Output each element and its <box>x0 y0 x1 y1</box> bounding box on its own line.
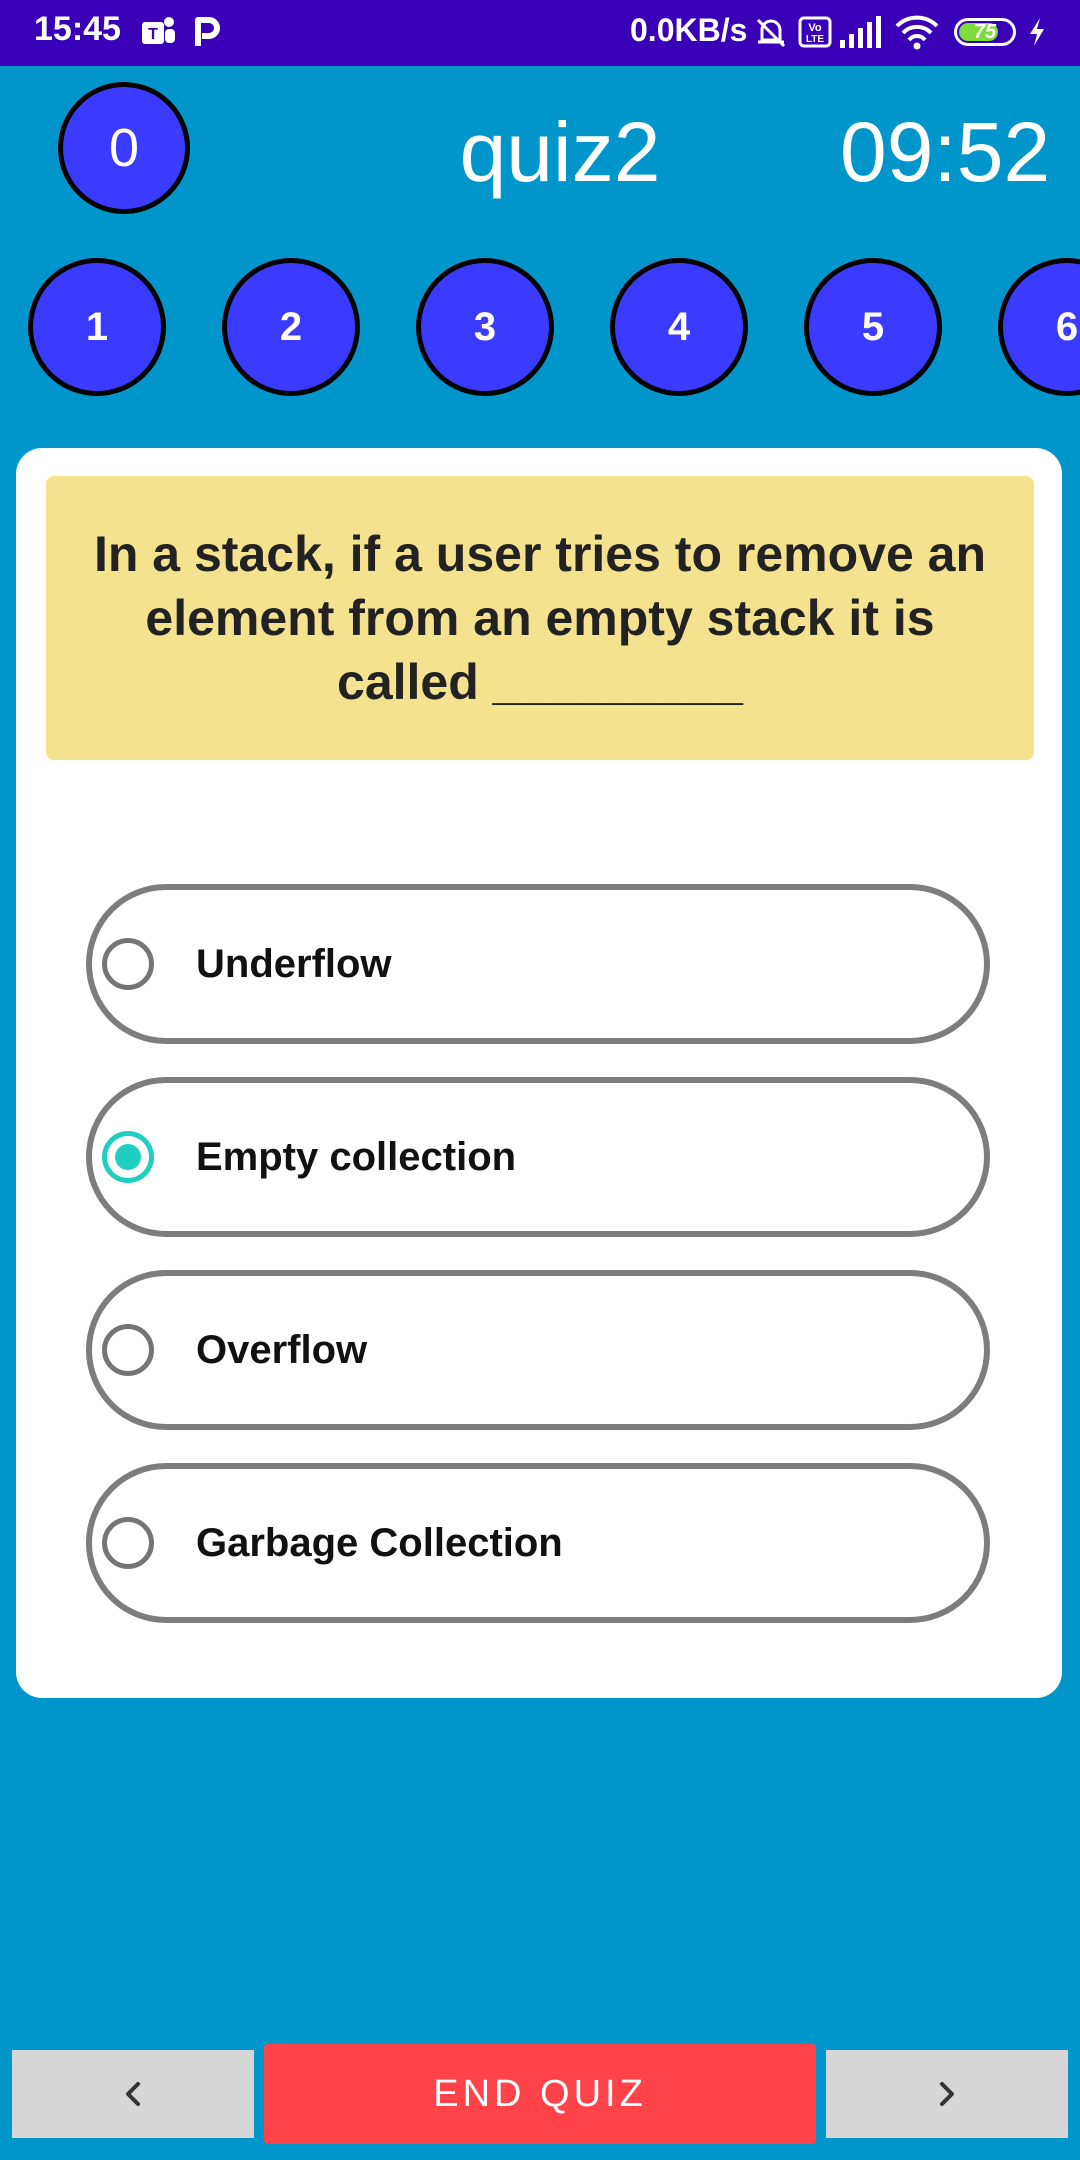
radio-button[interactable] <box>102 1517 154 1569</box>
chevron-left-icon <box>126 2082 140 2106</box>
score-badge: 0 <box>58 82 190 214</box>
svg-text:LTE: LTE <box>806 34 824 45</box>
svg-text:Vo: Vo <box>808 22 822 34</box>
question-text: In a stack, if a user tries to remove an… <box>46 476 1034 760</box>
option-garbage-collection[interactable]: Garbage Collection <box>86 1463 990 1623</box>
question-nav-label: 4 <box>667 304 691 349</box>
battery-icon: 75 <box>954 18 1016 46</box>
option-label: Underflow <box>196 941 392 986</box>
status-time: 15:45 <box>34 10 121 48</box>
end-quiz-button[interactable]: END QUIZ <box>264 2044 816 2144</box>
question-card: In a stack, if a user tries to remove an… <box>16 448 1062 1698</box>
charging-icon <box>1026 12 1048 52</box>
quiz-title: quiz2 <box>459 105 661 199</box>
question-nav-2[interactable]: 2 <box>222 258 360 396</box>
wifi-icon <box>894 12 940 52</box>
option-underflow[interactable]: Underflow <box>86 884 990 1044</box>
option-label: Empty collection <box>196 1134 517 1179</box>
option-label: Overflow <box>196 1327 368 1372</box>
net-speed: 0.0KB/s <box>630 12 748 48</box>
question-nav-3[interactable]: 3 <box>416 258 554 396</box>
mute-bell-icon <box>752 12 790 52</box>
question-nav[interactable]: 1 2 3 4 5 6 <box>0 258 1080 398</box>
question-nav-1[interactable]: 1 <box>28 258 166 396</box>
option-label: Garbage Collection <box>196 1520 563 1565</box>
question-nav-label: 2 <box>279 304 303 349</box>
teams-icon: T <box>138 12 178 52</box>
question-nav-label: 5 <box>861 304 885 349</box>
question-nav-5[interactable]: 5 <box>804 258 942 396</box>
radio-button-selected[interactable] <box>102 1131 154 1183</box>
battery-level: 75 <box>973 20 997 43</box>
radio-button[interactable] <box>102 1324 154 1376</box>
question-nav-label: 3 <box>473 304 497 349</box>
next-button[interactable] <box>826 2050 1068 2138</box>
option-overflow[interactable]: Overflow <box>86 1270 990 1430</box>
signal-icon <box>838 12 882 52</box>
option-empty-collection[interactable]: Empty collection <box>86 1077 990 1237</box>
question-nav-label: 6 <box>1055 304 1079 349</box>
question-nav-6[interactable]: 6 <box>998 258 1080 396</box>
volte-icon: Vo LTE <box>798 12 832 52</box>
score-value: 0 <box>108 118 140 178</box>
radio-button[interactable] <box>102 938 154 990</box>
question-nav-label: 1 <box>85 304 109 349</box>
question-nav-4[interactable]: 4 <box>610 258 748 396</box>
quiz-timer: 09:52 <box>840 105 1051 199</box>
p-app-icon <box>192 12 222 52</box>
status-bar: 15:45 T 0.0KB/s Vo LTE 75 <box>0 0 1080 66</box>
previous-button[interactable] <box>12 2050 254 2138</box>
chevron-right-icon <box>940 2082 954 2106</box>
end-quiz-label: END QUIZ <box>433 2072 647 2115</box>
svg-text:T: T <box>148 26 158 43</box>
